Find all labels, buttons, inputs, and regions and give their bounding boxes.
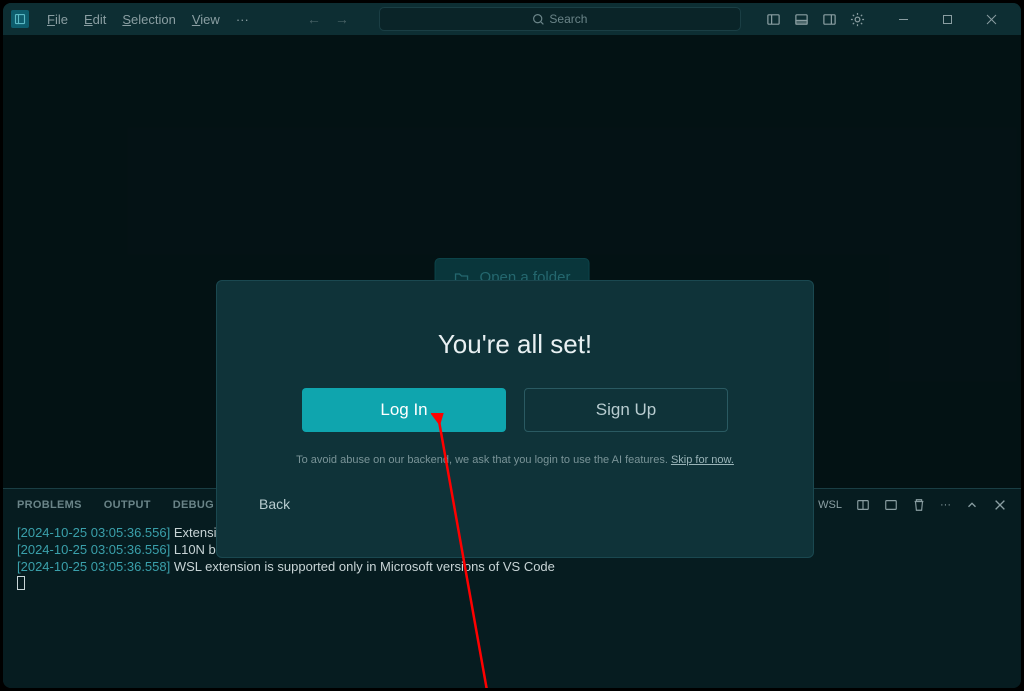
- nav-forward[interactable]: →: [335, 11, 349, 27]
- gear-icon[interactable]: [845, 7, 869, 31]
- layout-sidebar-left-icon[interactable]: [761, 7, 785, 31]
- menu-edit[interactable]: Edit: [76, 8, 114, 31]
- tab-output[interactable]: OUTPUT: [104, 499, 151, 511]
- menu-more[interactable]: ···: [228, 8, 257, 31]
- layout-sidebar-right-icon[interactable]: [817, 7, 841, 31]
- nav-back[interactable]: ←: [307, 11, 321, 27]
- back-button[interactable]: Back: [259, 496, 290, 512]
- panel-close-icon[interactable]: [993, 498, 1007, 512]
- app-icon: [11, 10, 29, 28]
- panel-terminal-icon[interactable]: [884, 498, 898, 512]
- menu-file[interactable]: File: [39, 8, 76, 31]
- search-icon: [532, 13, 545, 26]
- window-minimize[interactable]: [881, 4, 925, 34]
- skip-link[interactable]: Skip for now.: [671, 454, 734, 466]
- modal-note: To avoid abuse on our backend, we ask th…: [217, 454, 813, 466]
- terminal-line: [2024-10-25 03:05:36.558] WSL extension …: [17, 559, 1007, 576]
- window-close[interactable]: [969, 4, 1013, 34]
- search-placeholder: Search: [549, 12, 587, 26]
- panel-split-icon[interactable]: [856, 498, 870, 512]
- terminal-cursor: [17, 576, 25, 590]
- modal-title: You're all set!: [217, 329, 813, 360]
- window-maximize[interactable]: [925, 4, 969, 34]
- panel-more-icon[interactable]: ···: [940, 499, 951, 511]
- login-modal: You're all set! Log In Sign Up To avoid …: [216, 280, 814, 558]
- menu-view[interactable]: View: [184, 8, 228, 31]
- layout-panel-icon[interactable]: [789, 7, 813, 31]
- panel-chevron-up-icon[interactable]: [965, 498, 979, 512]
- menu-selection[interactable]: Selection: [114, 8, 183, 31]
- titlebar: File Edit Selection View ··· ← → Search: [3, 3, 1021, 35]
- search-input[interactable]: Search: [379, 7, 741, 31]
- login-button[interactable]: Log In: [302, 388, 506, 432]
- tab-problems[interactable]: PROBLEMS: [17, 499, 82, 511]
- panel-trash-icon[interactable]: [912, 498, 926, 512]
- editor-area: Open a folder You're all set! Log In Sig…: [3, 35, 1021, 488]
- signup-button[interactable]: Sign Up: [524, 388, 728, 432]
